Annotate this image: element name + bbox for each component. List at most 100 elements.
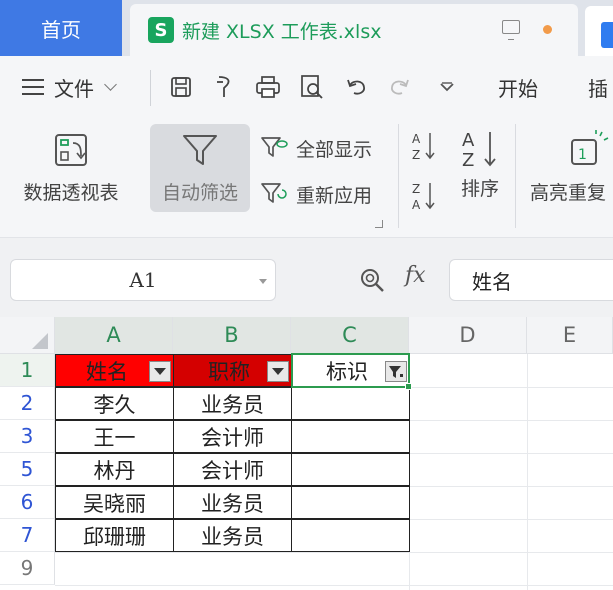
formula-bar: A1 fx 姓名 — [0, 239, 613, 317]
print-preview-icon — [301, 75, 323, 99]
chevron-down-icon — [104, 77, 117, 91]
print-preview-button[interactable] — [299, 74, 325, 100]
column-header-d[interactable]: D — [409, 317, 527, 354]
save-button[interactable] — [168, 74, 194, 100]
sort-button[interactable]: AZ 排序 — [452, 124, 508, 212]
show-all-button[interactable]: 全部显示 — [260, 130, 372, 166]
row-header[interactable]: 5 — [0, 453, 55, 486]
svg-text:Z: Z — [412, 182, 420, 196]
column-header-b[interactable]: B — [173, 317, 291, 354]
gridline — [55, 585, 613, 586]
spreadsheet-grid[interactable]: A B C D E 1 2 3 5 6 7 9 姓名 职称 标识 李久 业务员 … — [0, 317, 613, 590]
file-menu-label: 文件 — [54, 76, 94, 101]
show-all-label: 全部显示 — [296, 138, 373, 161]
header-cell-text: 姓名 — [86, 359, 128, 384]
table-cell[interactable]: 邱珊珊 — [55, 519, 174, 552]
insert-function-button[interactable]: fx — [405, 263, 426, 288]
header-cell-title[interactable]: 职称 — [173, 354, 292, 387]
table-cell[interactable] — [291, 420, 410, 453]
tab-next[interactable] — [585, 6, 613, 56]
gridline — [55, 552, 613, 553]
chevron-down-icon — [440, 82, 454, 92]
table-cell[interactable]: 会计师 — [173, 420, 292, 453]
svg-text:A: A — [412, 198, 421, 212]
title-tab-bar: 首页 S 新建 XLSX 工作表.xlsx — [0, 0, 613, 56]
filter-dropdown-button[interactable] — [149, 361, 171, 382]
pivot-table-button[interactable]: 数据透视表 — [12, 124, 130, 212]
filter-applied-icon — [389, 365, 403, 378]
header-cell-text: 职称 — [208, 359, 250, 384]
table-cell[interactable] — [291, 453, 410, 486]
redo-button[interactable] — [386, 74, 412, 100]
column-header-a[interactable]: A — [55, 317, 173, 354]
table-cell[interactable]: 业务员 — [173, 387, 292, 420]
filter-show-icon — [261, 137, 288, 157]
save-icon — [171, 77, 191, 97]
print-button[interactable] — [255, 74, 281, 100]
header-cell-name[interactable]: 姓名 — [55, 354, 174, 387]
tab-home[interactable]: 首页 — [0, 0, 122, 56]
sort-descending-button[interactable]: ZA — [410, 178, 440, 214]
sort-label: 排序 — [460, 178, 499, 200]
formula-value: 姓名 — [472, 269, 512, 294]
format-painter-icon — [217, 76, 230, 97]
quick-access-dropdown[interactable] — [434, 74, 460, 100]
redo-icon — [391, 79, 409, 95]
file-menu-button[interactable]: 文件 — [22, 56, 117, 118]
row-header[interactable]: 9 — [0, 552, 55, 585]
highlight-duplicates-button[interactable]: 1 高亮重复 — [530, 124, 613, 212]
row-header[interactable]: 3 — [0, 420, 55, 453]
spreadsheet-icon: S — [148, 17, 174, 43]
name-box[interactable]: A1 — [10, 259, 276, 301]
undo-icon — [347, 79, 365, 95]
svg-text:A: A — [462, 130, 475, 151]
column-header-e[interactable]: E — [527, 317, 613, 354]
zoom-search-icon[interactable] — [358, 266, 386, 294]
unsaved-dot-icon — [543, 25, 552, 34]
table-cell[interactable]: 会计师 — [173, 453, 292, 486]
tab-document[interactable]: S 新建 XLSX 工作表.xlsx — [130, 4, 578, 56]
format-painter-button[interactable] — [212, 74, 238, 100]
formula-input[interactable]: 姓名 — [449, 259, 613, 301]
sort-icon: AZ — [462, 130, 496, 170]
table-cell[interactable]: 王一 — [55, 420, 174, 453]
ribbon-divider — [515, 124, 516, 228]
tab-insert[interactable]: 插 — [588, 56, 608, 118]
row-header[interactable]: 1 — [0, 354, 55, 387]
dialog-launcher-icon[interactable] — [375, 220, 383, 228]
table-cell[interactable] — [291, 519, 410, 552]
sort-ascending-button[interactable]: AZ — [410, 128, 440, 164]
highlight-duplicates-label: 高亮重复 — [530, 182, 607, 204]
autofilter-button[interactable]: 自动筛选 — [150, 124, 250, 212]
menu-bar: 文件 开始 插 — [0, 56, 613, 118]
table-cell[interactable]: 业务员 — [173, 486, 292, 519]
header-cell-mark[interactable]: 标识 — [291, 354, 410, 387]
svg-text:Z: Z — [412, 148, 420, 162]
table-cell[interactable]: 李久 — [55, 387, 174, 420]
menu-divider — [150, 70, 151, 106]
column-header-c[interactable]: C — [291, 317, 409, 354]
monitor-icon[interactable] — [502, 20, 520, 40]
table-cell[interactable] — [291, 486, 410, 519]
filter-reapply-icon — [261, 183, 287, 203]
table-cell[interactable] — [291, 387, 410, 420]
svg-text:1: 1 — [578, 147, 587, 163]
select-all-corner[interactable] — [0, 317, 55, 354]
table-cell[interactable]: 业务员 — [173, 519, 292, 552]
undo-button[interactable] — [344, 74, 370, 100]
filter-active-button[interactable] — [385, 361, 407, 382]
pivot-table-icon — [55, 134, 87, 166]
chevron-down-icon[interactable] — [259, 279, 267, 284]
pivot-table-label: 数据透视表 — [23, 182, 119, 204]
reapply-button[interactable]: 重新应用 — [260, 176, 372, 212]
tab-start[interactable]: 开始 — [498, 56, 538, 118]
row-header[interactable]: 6 — [0, 486, 55, 519]
row-header[interactable]: 2 — [0, 387, 55, 420]
table-cell[interactable]: 林丹 — [55, 453, 174, 486]
fill-handle[interactable] — [405, 383, 412, 390]
app-icon — [601, 22, 613, 48]
table-cell[interactable]: 吴晓丽 — [55, 486, 174, 519]
filter-icon — [183, 135, 217, 165]
filter-dropdown-button[interactable] — [267, 361, 289, 382]
row-header[interactable]: 7 — [0, 519, 55, 552]
